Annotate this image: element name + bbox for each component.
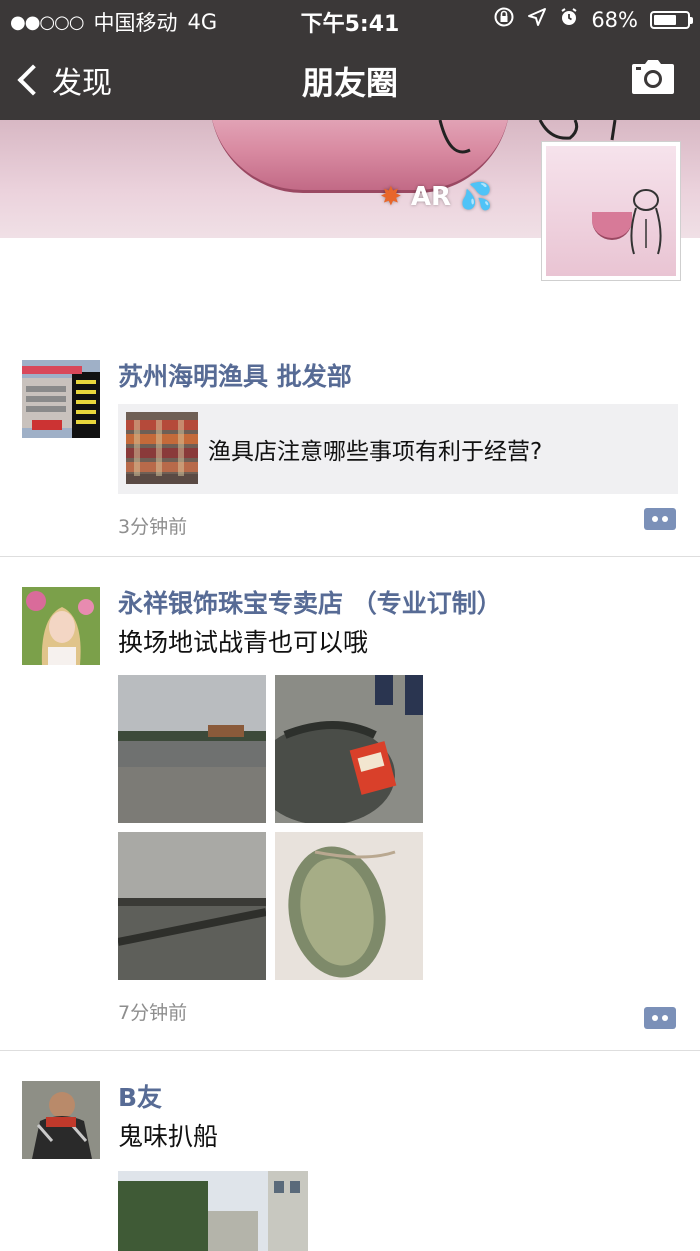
avatar[interactable] — [22, 587, 100, 665]
camera-icon — [632, 60, 674, 94]
post-author[interactable]: B友 — [118, 1081, 678, 1115]
explosion-icon: ✸ — [380, 182, 402, 212]
photo-thumbnail[interactable] — [118, 832, 266, 980]
location-icon — [527, 7, 547, 32]
avatar[interactable] — [22, 1081, 100, 1159]
comment-menu-button[interactable] — [644, 1007, 676, 1029]
photo-thumbnail[interactable] — [118, 1171, 308, 1251]
top-bar: ●●○○○ 中国移动 4G 下午5:41 68% 发现 朋友圈 — [0, 0, 700, 120]
sweat-drops-icon: 💦 — [460, 182, 493, 212]
alarm-icon — [559, 7, 579, 32]
avatar-doodle — [630, 189, 662, 255]
post-time: 7分钟前 — [118, 1002, 188, 1024]
avatar[interactable] — [22, 360, 100, 438]
my-avatar[interactable] — [542, 142, 680, 280]
photo-thumbnail[interactable] — [275, 832, 423, 980]
moments-feed: 苏州海明渔具 批发部 渔具店注意哪些事项有利于经营? 3分钟前 永祥银饰珠宝专卖… — [0, 350, 700, 1251]
battery-icon — [650, 10, 693, 29]
navigation-bar: 发现 朋友圈 — [0, 40, 700, 120]
photo-thumbnail[interactable] — [275, 675, 423, 823]
ar-sticker: ✸ AR 💦 — [380, 182, 492, 212]
post-time: 3分钟前 — [118, 516, 188, 538]
photo-grid — [118, 675, 678, 980]
moment-post: B友 鬼味扒船 — [0, 1051, 700, 1251]
shared-link[interactable]: 渔具店注意哪些事项有利于经营? — [118, 404, 678, 494]
post-author[interactable]: 苏州海明渔具 批发部 — [118, 360, 678, 394]
page-title: 朋友圈 — [301, 64, 398, 102]
comment-menu-button[interactable] — [644, 508, 676, 530]
moment-post: 苏州海明渔具 批发部 渔具店注意哪些事项有利于经营? 3分钟前 — [0, 350, 700, 557]
ar-text: AR — [410, 182, 452, 212]
post-text: 换场地试战青也可以哦 — [118, 628, 369, 657]
moment-post: 永祥银饰珠宝专卖店 （专业订制） 换场地试战青也可以哦 7分钟前 — [0, 557, 700, 1051]
post-text: 鬼味扒船 — [118, 1122, 219, 1151]
photo-thumbnail[interactable] — [118, 675, 266, 823]
battery-percent: 68% — [591, 7, 638, 32]
status-bar: ●●○○○ 中国移动 4G 下午5:41 68% — [0, 0, 700, 38]
post-author[interactable]: 永祥银饰珠宝专卖店 （专业订制） — [118, 587, 678, 621]
shared-link-title: 渔具店注意哪些事项有利于经营? — [208, 439, 543, 465]
camera-button[interactable] — [632, 60, 674, 94]
rotation-lock-icon — [493, 6, 515, 33]
shared-link-thumbnail — [126, 412, 198, 484]
